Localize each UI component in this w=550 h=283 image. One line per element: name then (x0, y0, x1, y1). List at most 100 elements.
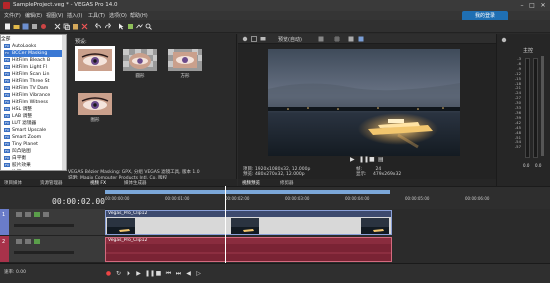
play-icon[interactable]: ▶ (135, 270, 142, 277)
settings-icon[interactable] (242, 36, 248, 42)
zoom-icon[interactable] (145, 23, 152, 30)
paste-icon[interactable] (72, 23, 79, 30)
tree-item[interactable]: FX HitFilm Vibrance (4, 92, 50, 99)
playhead-cursor[interactable] (225, 186, 226, 263)
audio-clip[interactable]: Vegas_Pro_Clip12 (105, 237, 392, 262)
tree-item[interactable]: FX边框 (4, 169, 21, 170)
tree-item[interactable]: FX Smart Upscale (4, 127, 46, 134)
cut-icon[interactable] (54, 23, 61, 30)
preset-item[interactable]: 图形 (75, 90, 115, 125)
properties-icon[interactable] (31, 23, 38, 30)
preview-play-icon[interactable]: ▶ (350, 157, 356, 163)
tree-item[interactable]: FX HitFilm TV Dam (4, 85, 48, 92)
menu-view[interactable]: 视图(V) (46, 12, 63, 19)
redo-icon[interactable] (104, 23, 111, 30)
loop-icon[interactable]: ↻ (115, 270, 122, 277)
solo-icon[interactable] (25, 212, 31, 217)
track-header-video[interactable]: 1 (0, 209, 105, 236)
preview-pause-icon[interactable]: ❚❚ (359, 157, 369, 163)
fx-icon: FX (4, 50, 10, 55)
eye-thumbnail (78, 49, 112, 71)
save-snapshot-icon[interactable] (358, 36, 364, 42)
split-screen-icon[interactable] (251, 36, 257, 42)
maximize-button[interactable]: □ (528, 2, 536, 9)
tree-item[interactable]: FX 胶片效果 (4, 162, 31, 169)
minimize-button[interactable]: – (518, 2, 526, 9)
tree-item[interactable]: FX Tiny Planet (4, 141, 38, 148)
menu-edit[interactable]: 编辑(E) (25, 12, 42, 19)
tree-item[interactable]: FX HSL 调整 (4, 106, 32, 113)
title-bar: SampleProject.veg * - VEGAS Pro 14.0 – □… (0, 0, 550, 11)
automation-icon[interactable] (43, 212, 49, 217)
track-fx-icon[interactable] (34, 212, 40, 217)
volume-slider[interactable] (14, 251, 74, 254)
tree-item[interactable]: 全部 (1, 36, 10, 43)
render-icon[interactable] (40, 23, 47, 30)
timeline-ruler[interactable]: 00:00:00:00 00:00:01:00 00:00:02:00 00:0… (105, 196, 550, 208)
tree-item[interactable]: FX AutoLooks (4, 43, 36, 50)
track-lane-video[interactable]: Vegas_Pro_Clip12 (105, 209, 550, 236)
fx-icon: FX (4, 113, 10, 118)
playback-rate[interactable]: 速率: 0.00 (4, 269, 26, 275)
play-start-icon[interactable]: ⏵ (125, 270, 132, 277)
menu-insert[interactable]: 插入(I) (67, 12, 82, 19)
menu-tools[interactable]: 工具(T) (88, 12, 105, 19)
tree-item[interactable]: FX LAB 调整 (4, 113, 32, 120)
go-start-icon[interactable]: ⏮ (165, 270, 172, 277)
tree-item[interactable]: FX HitFilm Witness (4, 99, 48, 106)
external-monitor-icon[interactable] (260, 36, 266, 42)
go-end-icon[interactable]: ⏭ (175, 270, 182, 277)
open-folder-icon[interactable] (13, 23, 20, 30)
timeline-transport-bar: 速率: 0.00 ● ↻ ⏵ ▶ ❚❚ ■ ⏮ ⏭ ◀ ▷ (0, 263, 550, 283)
preset-item[interactable]: 方形 (165, 46, 205, 81)
tree-item[interactable]: FX Smart Zoom (4, 134, 41, 141)
mute-icon[interactable] (16, 212, 22, 217)
tree-item[interactable]: FX 凹凸贴图 (4, 148, 31, 155)
prev-frame-icon[interactable]: ◀ (185, 270, 192, 277)
main-toolbar (0, 20, 550, 33)
preview-toolbar: 预览(自动) (238, 34, 496, 44)
stop-icon[interactable]: ■ (155, 270, 162, 277)
level-slider[interactable] (14, 224, 74, 227)
menu-help[interactable]: 帮助(H) (130, 12, 148, 19)
copy-snapshot-icon[interactable] (348, 36, 354, 42)
close-button[interactable]: ✕ (539, 2, 547, 9)
preview-fullscreen-icon[interactable]: ▤ (378, 157, 384, 163)
record-icon[interactable]: ● (105, 270, 112, 277)
grid-icon[interactable] (334, 36, 340, 42)
envelope-icon[interactable] (136, 23, 143, 30)
solo-icon[interactable] (25, 239, 31, 244)
track-lane-audio[interactable]: Vegas_Pro_Clip12 (105, 236, 550, 263)
copy-icon[interactable] (63, 23, 70, 30)
tree-item[interactable]: FX HitFilm Bleach B (4, 57, 50, 64)
preview-stop-icon[interactable]: ■ (369, 157, 375, 163)
loop-region-bar[interactable] (105, 190, 390, 194)
new-file-icon[interactable] (4, 23, 11, 30)
tree-item[interactable]: FX HitFilm Scan Lin (4, 71, 49, 78)
menu-options[interactable]: 选项(O) (109, 12, 127, 19)
delete-icon[interactable] (81, 23, 88, 30)
overlays-icon[interactable] (318, 36, 324, 42)
next-frame-icon[interactable]: ▷ (195, 270, 202, 277)
preview-quality[interactable]: 预览(自动) (278, 36, 302, 43)
normal-edit-icon[interactable] (127, 23, 134, 30)
master-fader[interactable] (541, 56, 544, 156)
tree-item[interactable]: FX HitFilm Three St (4, 78, 49, 85)
tree-item-selected[interactable]: FX BCCer Masking (4, 50, 66, 57)
meter-settings-icon[interactable] (501, 37, 507, 43)
tree-item[interactable]: FX LUT 滤镜器 (4, 120, 36, 127)
mute-icon[interactable] (16, 239, 22, 244)
tree-item[interactable]: FX HitFilm Light Fl (4, 64, 47, 71)
menu-file[interactable]: 文件(F) (4, 12, 21, 19)
undo-icon[interactable] (95, 23, 102, 30)
track-header-audio[interactable]: 2 (0, 236, 105, 263)
tree-item[interactable]: FX 白平衡 (4, 155, 26, 162)
save-icon[interactable] (22, 23, 29, 30)
tree-scrollbar[interactable] (62, 35, 66, 170)
video-clip[interactable]: Vegas_Pro_Clip12 (105, 210, 392, 235)
cursor-icon[interactable] (118, 23, 125, 30)
preset-item[interactable] (75, 46, 115, 81)
preset-item[interactable]: 圆形 (120, 46, 160, 81)
track-fx-icon[interactable] (34, 239, 40, 244)
pause-icon[interactable]: ❚❚ (145, 270, 155, 277)
